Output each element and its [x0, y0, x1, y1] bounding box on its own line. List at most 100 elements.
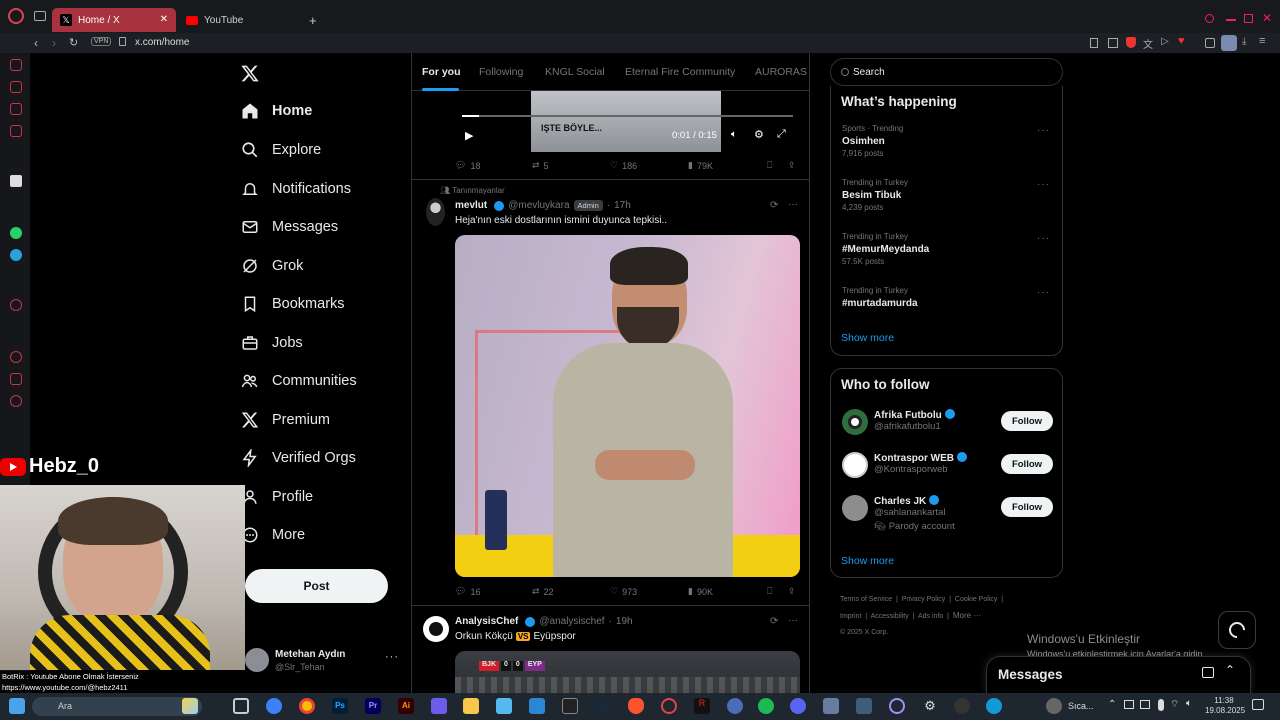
footer-link[interactable]: Ads info [918, 613, 943, 620]
workspaces-icon[interactable] [34, 11, 46, 21]
video-settings-icon[interactable]: ⚙ [754, 128, 764, 141]
like-button[interactable]: ♡ 186 [610, 160, 637, 171]
reply-button[interactable]: 💬︎ 16 [455, 586, 480, 597]
nav-item-verified-orgs[interactable]: Verified Orgs [241, 449, 356, 467]
nav-item-profile[interactable]: Profile [241, 488, 313, 506]
gmail-icon[interactable] [10, 125, 22, 137]
heart-icon[interactable]: ♥ [1178, 35, 1185, 47]
nav-item-bookmarks[interactable]: Bookmarks [241, 295, 345, 313]
epic-icon[interactable] [562, 698, 578, 714]
app-icon[interactable] [856, 698, 872, 714]
crypto-icon[interactable] [10, 103, 22, 115]
author-handle[interactable]: @analysischef [539, 616, 604, 627]
weather-icon[interactable] [1046, 698, 1062, 714]
new-tab-button[interactable]: + [309, 13, 317, 28]
download-icon[interactable]: ⤓ [1242, 36, 1246, 47]
start-icon[interactable] [9, 698, 25, 714]
play-icon[interactable]: ▶ [465, 129, 473, 142]
cc-icon[interactable] [431, 698, 447, 714]
nav-item-premium[interactable]: Premium [241, 411, 330, 429]
app-icon[interactable] [954, 698, 970, 714]
tray-chevron-icon[interactable]: ⌃ [1108, 699, 1116, 710]
shopping-icon[interactable] [10, 81, 22, 93]
reload-icon[interactable]: ↻ [69, 36, 78, 49]
tab-for-you[interactable]: For you [422, 66, 461, 78]
follow-button[interactable]: Follow [1001, 454, 1053, 474]
steam-icon[interactable] [595, 698, 611, 714]
suggestion-item[interactable]: Kontraspor WEB @Kontrasporweb [842, 452, 967, 478]
x-logo-icon[interactable] [240, 64, 260, 83]
task-view-icon[interactable] [233, 698, 249, 714]
views-button[interactable]: ▮ 79K [688, 160, 713, 171]
trend-item[interactable]: Sports · Trending Osimhen 7,916 posts [842, 124, 903, 158]
new-message-icon[interactable] [1202, 667, 1214, 678]
clock[interactable]: 11:38 19.08.2025 [1205, 696, 1245, 716]
ai-icon[interactable] [10, 175, 22, 187]
extensions-icon[interactable] [1205, 38, 1215, 48]
aria-icon[interactable] [10, 59, 22, 71]
nav-item-grok[interactable]: Grok [241, 257, 303, 275]
avatar[interactable] [426, 198, 445, 226]
bookmark-page-icon[interactable] [1090, 38, 1098, 48]
app-icon[interactable] [823, 698, 839, 714]
nav-item-communities[interactable]: Communities [241, 372, 357, 390]
share-button[interactable]: ⇪ [788, 586, 796, 597]
profile-avatar-icon[interactable] [1221, 35, 1237, 51]
discord-icon[interactable] [790, 698, 806, 714]
reply-button[interactable]: 💬︎ 18 [455, 160, 480, 171]
views-button[interactable]: ▮ 90K [688, 586, 713, 597]
author-name[interactable]: AnalysisChef [455, 616, 518, 627]
nav-item-jobs[interactable]: Jobs [241, 334, 303, 352]
settings-icon[interactable]: ⚙ [922, 698, 938, 714]
taskbar-search[interactable]: Ara [32, 697, 202, 716]
maximize-icon[interactable] [1244, 14, 1253, 23]
volume-icon[interactable]: 🔈︎ [731, 129, 737, 140]
bookmark-button[interactable]: ⎕ [767, 160, 772, 171]
settings-icon[interactable] [10, 395, 22, 407]
video-progress-bar[interactable] [462, 115, 793, 117]
like-button[interactable]: ♡ 973 [610, 586, 637, 597]
vpn-badge[interactable]: VPN [91, 37, 112, 46]
nav-item-home[interactable]: Home [241, 102, 312, 120]
footer-link[interactable]: Terms of Service [840, 596, 892, 603]
volume-icon[interactable]: 🔈︎ [1186, 698, 1192, 709]
close-tab-icon[interactable]: ✕ [160, 14, 168, 25]
tab-auroras[interactable]: AURORAS [755, 66, 807, 78]
footer-link[interactable]: Cookie Policy [955, 596, 997, 603]
more-dots-icon[interactable]: ··· [385, 651, 399, 663]
notification-icon[interactable] [1252, 699, 1264, 710]
messages-drawer[interactable]: Messages ⌃ [986, 656, 1251, 693]
repost-button[interactable]: ⇄ 5 [532, 160, 549, 171]
copilot-icon[interactable] [182, 698, 198, 714]
suggestion-item[interactable]: Charles JK @sahlanankartal 🎭︎ Parody acco… [842, 495, 955, 532]
follow-button[interactable]: Follow [1001, 411, 1053, 431]
opera-taskbar-icon[interactable] [661, 698, 677, 714]
tray-icon[interactable] [1140, 700, 1150, 709]
show-more-link[interactable]: Show more [841, 332, 894, 344]
whatsapp-icon[interactable] [10, 227, 22, 239]
copilot-app-icon[interactable] [266, 698, 282, 714]
footer-link[interactable]: Privacy Policy [902, 596, 946, 603]
wifi-icon[interactable]: ⌔ [1170, 698, 1179, 711]
account-switcher[interactable]: Metehan Aydın @Slr_Tehan ··· [245, 648, 405, 678]
footer-link[interactable]: Imprint [840, 613, 861, 620]
app-icon[interactable]: R [694, 698, 710, 714]
bookmark-button[interactable]: ⎕ [767, 586, 772, 597]
match-image[interactable]: BJK 0 0 EYP [455, 651, 800, 693]
photos-icon[interactable] [496, 698, 512, 714]
footer-link[interactable]: Accessibility [871, 613, 909, 620]
post-button[interactable]: Post [245, 569, 388, 603]
trend-item[interactable]: Trending in Turkey #murtadamurda [842, 286, 918, 311]
nav-item-more[interactable]: More [241, 526, 305, 544]
weather-label[interactable]: Sıca... [1068, 701, 1094, 711]
tab-youtube[interactable]: YouTube [178, 8, 302, 32]
telegram-icon[interactable] [10, 249, 22, 261]
menu-icon[interactable]: ≡ [1259, 35, 1265, 47]
grok-action-icon[interactable]: ⟳ [770, 200, 778, 211]
footer-more-link[interactable]: More ··· [953, 611, 981, 620]
brave-icon[interactable] [628, 698, 644, 714]
history-icon[interactable] [10, 351, 22, 363]
more-dots-icon[interactable]: ··· [1037, 179, 1050, 190]
snapshot-icon[interactable] [1108, 38, 1118, 48]
photoshop-icon[interactable]: Ps [332, 698, 348, 714]
